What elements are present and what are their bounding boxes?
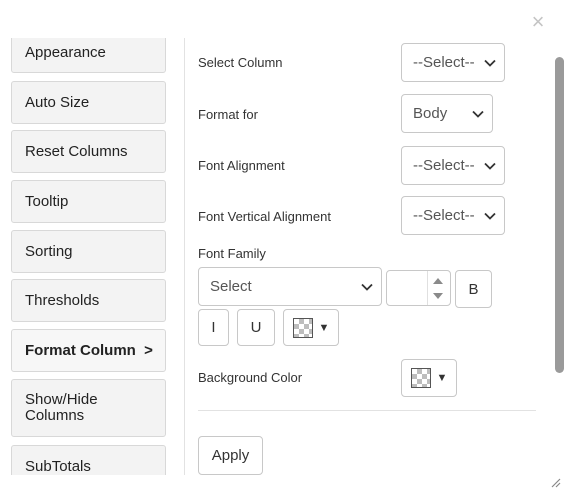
- select-column-label: Select Column: [198, 55, 283, 70]
- sidebar-item-tooltip[interactable]: Tooltip: [11, 180, 166, 223]
- sidebar-item-reset-columns[interactable]: Reset Columns: [11, 130, 166, 173]
- bold-button[interactable]: B: [455, 270, 492, 308]
- font-alignment-dropdown[interactable]: --Select--: [401, 146, 505, 185]
- font-alignment-label: Font Alignment: [198, 158, 285, 173]
- italic-button[interactable]: I: [198, 309, 229, 346]
- chevron-down-icon: [472, 110, 484, 118]
- select-column-value: --Select--: [413, 54, 475, 71]
- font-size-spinner: [427, 271, 450, 305]
- font-family-dropdown[interactable]: Select: [198, 267, 382, 306]
- caret-down-icon: ▼: [436, 372, 448, 384]
- sidebar-item-subtotals[interactable]: SubTotals: [11, 445, 166, 475]
- select-column-dropdown[interactable]: --Select--: [401, 43, 505, 82]
- panel-divider: [184, 38, 185, 475]
- chevron-down-icon: [484, 59, 496, 67]
- scrollbar-thumb[interactable]: [555, 57, 564, 373]
- close-icon[interactable]: ×: [528, 10, 548, 34]
- format-for-label: Format for: [198, 107, 258, 122]
- font-vertical-alignment-dropdown[interactable]: --Select--: [401, 196, 505, 235]
- sidebar-item-appearance[interactable]: Appearance: [11, 38, 166, 73]
- chevron-down-icon: [484, 162, 496, 170]
- sidebar-item-thresholds[interactable]: Thresholds: [11, 279, 166, 322]
- font-color-button[interactable]: ▼: [283, 309, 339, 346]
- apply-button[interactable]: Apply: [198, 436, 263, 475]
- font-family-label: Font Family: [198, 246, 266, 261]
- font-alignment-value: --Select--: [413, 157, 475, 174]
- sidebar-item-format-column[interactable]: Format Column >: [11, 329, 166, 372]
- sidebar-item-show-hide-columns[interactable]: Show/Hide Columns: [11, 379, 166, 437]
- format-for-value: Body: [413, 105, 448, 122]
- spin-down-icon[interactable]: [433, 293, 443, 299]
- font-size-stepper[interactable]: [386, 270, 451, 306]
- font-family-value: Select: [210, 278, 252, 295]
- color-swatch-icon: [410, 368, 431, 388]
- sidebar-item-sorting[interactable]: Sorting: [11, 230, 166, 273]
- background-color-label: Background Color: [198, 370, 303, 385]
- chevron-down-icon: [484, 212, 496, 220]
- resize-handle-icon[interactable]: [549, 476, 561, 488]
- form-divider: [198, 410, 536, 411]
- sidebar-item-auto-size[interactable]: Auto Size: [11, 81, 166, 124]
- background-color-button[interactable]: ▼: [401, 359, 457, 397]
- caret-down-icon: ▼: [318, 321, 330, 334]
- color-swatch-icon: [292, 317, 313, 338]
- font-vertical-alignment-value: --Select--: [413, 207, 475, 224]
- chevron-down-icon: [361, 283, 373, 291]
- spin-up-icon[interactable]: [433, 278, 443, 284]
- underline-button[interactable]: U: [237, 309, 275, 346]
- format-for-dropdown[interactable]: Body: [401, 94, 493, 133]
- font-vertical-alignment-label: Font Vertical Alignment: [198, 209, 331, 224]
- sidebar: Appearance Auto Size Reset Columns Toolt…: [0, 38, 176, 475]
